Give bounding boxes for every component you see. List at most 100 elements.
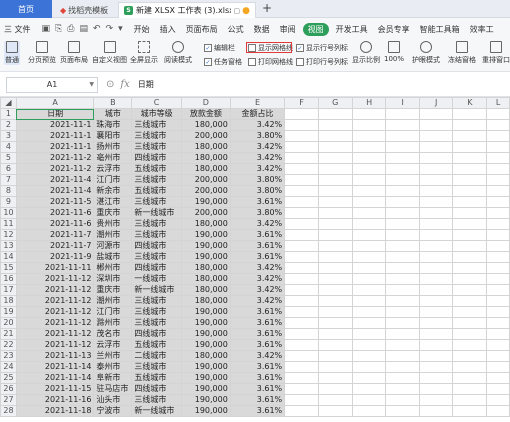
menu-start[interactable]: 开始	[129, 24, 155, 35]
data-cell[interactable]: 三线城市	[131, 174, 182, 186]
data-cell[interactable]: 四线城市	[131, 240, 182, 252]
empty-cell[interactable]	[418, 207, 454, 219]
data-cell[interactable]: 郴州市	[93, 262, 133, 274]
data-cell[interactable]: 驻马店市	[93, 383, 133, 395]
empty-cell[interactable]	[486, 328, 510, 340]
menu-efficiency[interactable]: 效率工	[465, 24, 499, 35]
data-cell[interactable]: 2021-11-1	[15, 130, 95, 142]
empty-cell[interactable]	[418, 306, 454, 318]
header-cell[interactable]: 金额占比	[229, 108, 286, 120]
data-cell[interactable]: 180,000	[180, 163, 231, 175]
normal-view-button[interactable]: 普通	[4, 41, 20, 65]
empty-cell[interactable]	[284, 361, 319, 373]
data-cell[interactable]: 三线城市	[131, 361, 182, 373]
empty-cell[interactable]	[486, 339, 510, 351]
data-cell[interactable]: 3.42%	[229, 163, 286, 175]
data-cell[interactable]: 2021-11-13	[15, 350, 95, 362]
empty-cell[interactable]	[452, 207, 488, 219]
empty-cell[interactable]	[452, 108, 488, 120]
data-cell[interactable]: 3.80%	[229, 174, 286, 186]
empty-cell[interactable]	[284, 350, 319, 362]
empty-cell[interactable]	[317, 251, 353, 263]
row-header[interactable]: 4	[0, 141, 17, 153]
empty-cell[interactable]	[351, 383, 387, 395]
empty-cell[interactable]	[317, 141, 353, 153]
data-cell[interactable]: 3.61%	[229, 306, 286, 318]
print-icon[interactable]: ⎙	[67, 24, 74, 34]
empty-cell[interactable]	[385, 152, 420, 164]
save-icon[interactable]: ▣	[42, 24, 51, 34]
data-cell[interactable]: 新一线城市	[131, 405, 182, 417]
data-cell[interactable]: 3.61%	[229, 317, 286, 329]
empty-cell[interactable]	[351, 229, 387, 241]
header-cell[interactable]: 城市等级	[131, 108, 182, 120]
empty-cell[interactable]	[317, 174, 353, 186]
row-header[interactable]: 24	[0, 361, 17, 373]
row-header[interactable]: 11	[0, 218, 17, 230]
data-cell[interactable]: 3.42%	[229, 152, 286, 164]
data-cell[interactable]: 深圳市	[93, 273, 133, 285]
data-cell[interactable]: 五线城市	[131, 185, 182, 197]
empty-cell[interactable]	[486, 141, 510, 153]
row-header[interactable]: 10	[0, 207, 17, 219]
empty-cell[interactable]	[385, 163, 420, 175]
data-cell[interactable]: 2021-11-18	[15, 405, 95, 417]
empty-cell[interactable]	[452, 152, 488, 164]
empty-cell[interactable]	[486, 361, 510, 373]
empty-cell[interactable]	[486, 196, 510, 208]
data-cell[interactable]: 2021-11-9	[15, 251, 95, 263]
empty-cell[interactable]	[351, 251, 387, 263]
empty-cell[interactable]	[284, 152, 319, 164]
data-cell[interactable]: 180,000	[180, 141, 231, 153]
data-cell[interactable]: 2021-11-5	[15, 196, 95, 208]
empty-cell[interactable]	[284, 251, 319, 263]
header-cell[interactable]: 放款金额	[180, 108, 231, 120]
empty-cell[interactable]	[486, 163, 510, 175]
empty-cell[interactable]	[418, 317, 454, 329]
row-header[interactable]: 23	[0, 350, 17, 362]
empty-cell[interactable]	[317, 207, 353, 219]
show-headings-checkbox[interactable]: ✓ 显示行号列标	[296, 43, 348, 53]
row-header[interactable]: 12	[0, 229, 17, 241]
data-cell[interactable]: 云浮市	[93, 339, 133, 351]
data-cell[interactable]: 三线城市	[131, 130, 182, 142]
data-cell[interactable]: 190,000	[180, 328, 231, 340]
empty-cell[interactable]	[385, 284, 420, 296]
column-header-i[interactable]: I	[385, 97, 420, 109]
empty-cell[interactable]	[351, 284, 387, 296]
empty-cell[interactable]	[284, 273, 319, 285]
menu-developer[interactable]: 开发工具	[331, 24, 373, 35]
undo-icon[interactable]: ↶	[93, 24, 101, 34]
empty-cell[interactable]	[452, 306, 488, 318]
empty-cell[interactable]	[317, 218, 353, 230]
row-header[interactable]: 1	[0, 108, 17, 120]
empty-cell[interactable]	[317, 405, 353, 417]
data-cell[interactable]: 重庆市	[93, 207, 133, 219]
empty-cell[interactable]	[418, 163, 454, 175]
data-cell[interactable]: 180,000	[180, 218, 231, 230]
zoom-button[interactable]: 显示比例	[352, 41, 380, 65]
task-pane-checkbox[interactable]: ✓ 任务窗格	[204, 57, 242, 67]
empty-cell[interactable]	[418, 328, 454, 340]
data-cell[interactable]: 190,000	[180, 394, 231, 406]
empty-cell[interactable]	[284, 405, 319, 417]
empty-cell[interactable]	[317, 273, 353, 285]
empty-cell[interactable]	[418, 240, 454, 252]
add-tab-button[interactable]: +	[262, 1, 272, 15]
empty-cell[interactable]	[317, 306, 353, 318]
data-cell[interactable]: 3.42%	[229, 350, 286, 362]
data-cell[interactable]: 3.80%	[229, 207, 286, 219]
empty-cell[interactable]	[351, 141, 387, 153]
empty-cell[interactable]	[284, 163, 319, 175]
edit-bar-checkbox[interactable]: ✓ 编辑栏	[204, 43, 235, 53]
empty-cell[interactable]	[452, 383, 488, 395]
empty-cell[interactable]	[486, 130, 510, 142]
empty-cell[interactable]	[452, 119, 488, 131]
empty-cell[interactable]	[385, 196, 420, 208]
empty-cell[interactable]	[385, 130, 420, 142]
fx-icon[interactable]: fx	[120, 79, 129, 90]
row-header[interactable]: 3	[0, 130, 17, 142]
data-cell[interactable]: 3.61%	[229, 383, 286, 395]
empty-cell[interactable]	[418, 174, 454, 186]
empty-cell[interactable]	[317, 262, 353, 274]
